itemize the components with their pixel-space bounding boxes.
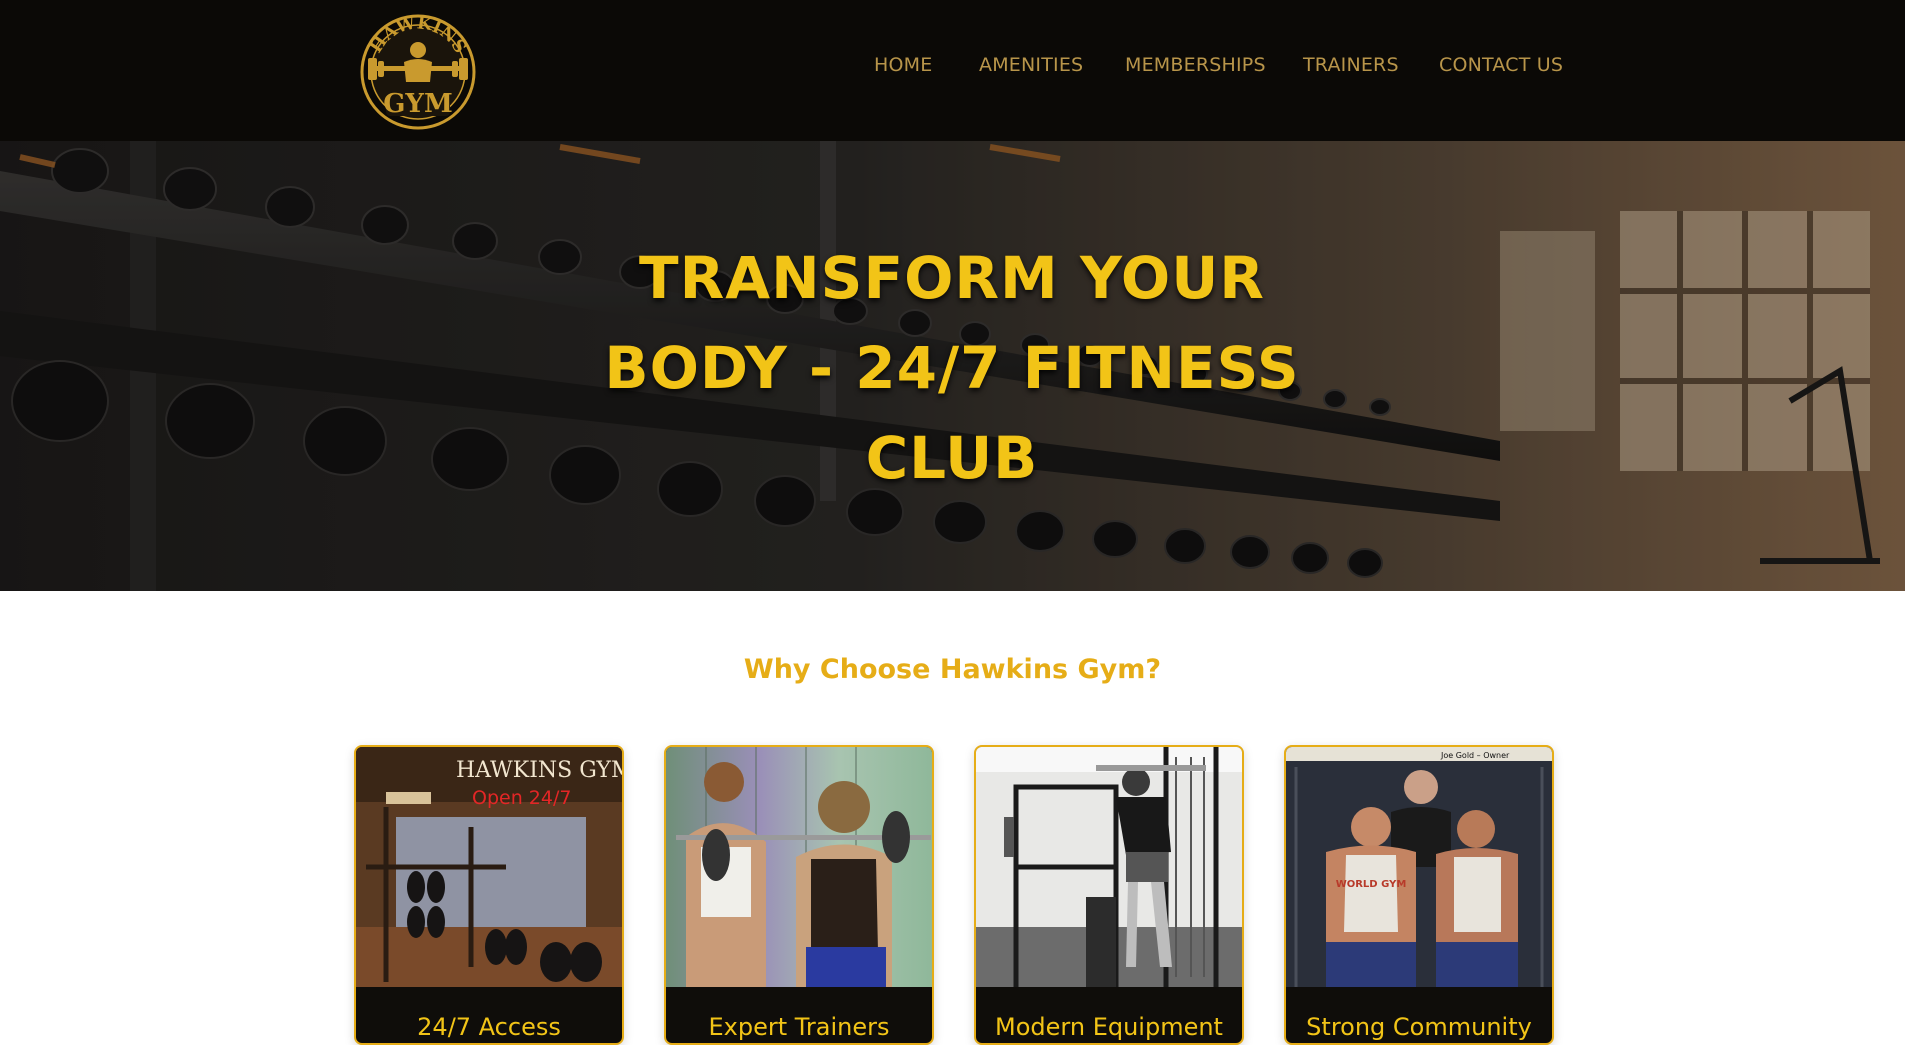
card-sign-subtext: Open 24/7	[472, 787, 571, 809]
card-image-gym-interior: HAWKINS GYM Open 24/7	[356, 747, 622, 987]
hero-title-line-2: BODY - 24/7 FITNESS	[604, 334, 1300, 402]
nav-home[interactable]: HOME	[874, 54, 932, 76]
card-shirt-text: WORLD GYM	[1336, 879, 1407, 890]
card-image-community: Joe Gold – Owner WORLD GYM	[1286, 747, 1552, 987]
feature-card-modern-equipment[interactable]: Modern Equipment	[974, 745, 1244, 1045]
nav-trainers[interactable]: TRAINERS	[1303, 54, 1399, 76]
features-heading: Why Choose Hawkins Gym?	[743, 654, 1162, 685]
hero-title-line-3: CLUB	[865, 424, 1039, 492]
card-image-trainers	[666, 747, 932, 987]
card-title: Expert Trainers	[708, 1013, 890, 1041]
card-image-equipment	[976, 747, 1242, 987]
card-photo-caption: Joe Gold – Owner	[1440, 751, 1510, 760]
card-sign-text: HAWKINS GYM	[456, 758, 622, 783]
feature-card-24-7-access[interactable]: HAWKINS GYM Open 24/7 24/7 Access	[354, 745, 624, 1045]
hawkins-gym-logo[interactable]: HAWKINS GYM	[356, 10, 480, 130]
nav-memberships[interactable]: MEMBERSHIPS	[1125, 54, 1266, 76]
hero-title: TRANSFORM YOUR BODY - 24/7 FITNESS CLUB	[552, 233, 1352, 503]
nav-amenities[interactable]: AMENITIES	[979, 54, 1083, 76]
card-title: Strong Community	[1306, 1013, 1532, 1041]
feature-card-expert-trainers[interactable]: Expert Trainers	[664, 745, 934, 1045]
card-title: Modern Equipment	[995, 1013, 1223, 1041]
feature-card-strong-community[interactable]: Joe Gold – Owner WORLD GYM Strong Commun…	[1284, 745, 1554, 1045]
hero-title-line-1: TRANSFORM YOUR	[639, 244, 1265, 312]
logo-text-bottom: GYM	[383, 89, 453, 119]
nav-contact-us[interactable]: CONTACT US	[1439, 54, 1563, 76]
site-header: HAWKINS GYM HOME AMENITIES MEMBERSHIPS T…	[0, 0, 1905, 141]
card-title: 24/7 Access	[417, 1013, 561, 1041]
hero-banner: TRANSFORM YOUR BODY - 24/7 FITNESS CLUB	[0, 141, 1905, 591]
